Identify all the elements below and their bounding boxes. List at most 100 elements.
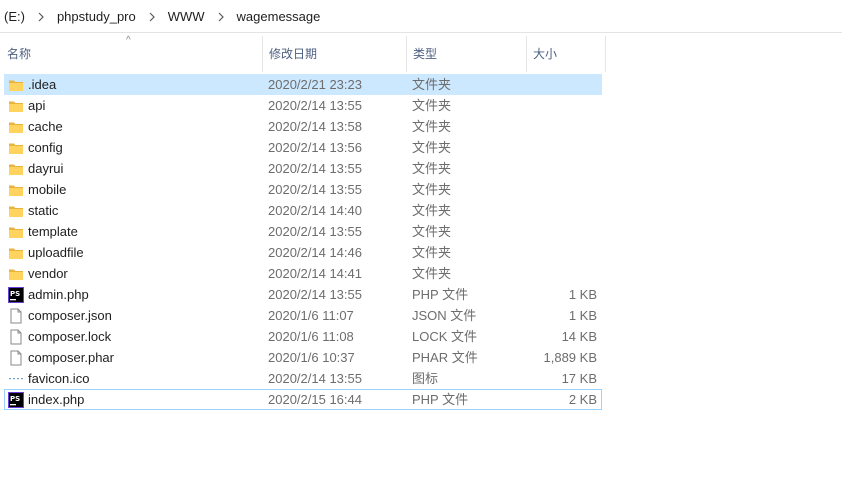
file-row[interactable]: config 2020/2/14 13:56 文件夹 bbox=[4, 137, 602, 158]
file-type: 文件夹 bbox=[412, 77, 452, 92]
breadcrumb-wagemessage[interactable]: wagemessage bbox=[233, 9, 325, 25]
file-row[interactable]: dayrui 2020/2/14 13:55 文件夹 bbox=[4, 158, 602, 179]
file-row[interactable]: api 2020/2/14 13:55 文件夹 bbox=[4, 95, 602, 116]
file-date: 2020/2/14 13:55 bbox=[268, 224, 362, 239]
folder-icon bbox=[8, 98, 24, 114]
file-date: 2020/2/14 13:58 bbox=[268, 119, 362, 134]
file-date: 2020/2/14 13:55 bbox=[268, 98, 362, 113]
file-size: 1 KB bbox=[568, 308, 597, 323]
file-type: PHP 文件 bbox=[412, 392, 469, 407]
file-date: 2020/2/14 14:46 bbox=[268, 245, 362, 260]
file-name: favicon.ico bbox=[28, 371, 90, 386]
file-row[interactable]: composer.phar 2020/1/6 10:37 PHAR 文件 1,889 … bbox=[4, 347, 602, 368]
file-row[interactable]: PS admin.php 2020/2/14 13:55 PHP 文件 1 KB bbox=[4, 284, 602, 305]
file-date: 2020/2/14 14:40 bbox=[268, 203, 362, 218]
file-type: PHP 文件 bbox=[412, 287, 469, 302]
breadcrumb: (E:) phpstudy_pro WWW wagemessage bbox=[0, 9, 324, 25]
breadcrumb-www[interactable]: WWW bbox=[164, 9, 209, 25]
file-date: 2020/1/6 11:07 bbox=[268, 308, 354, 323]
column-header: ^ 名称 修改日期 类型 大小 bbox=[0, 35, 606, 72]
blank-file-icon bbox=[8, 308, 24, 324]
blank-file-icon bbox=[8, 350, 24, 366]
file-name: composer.phar bbox=[28, 350, 114, 365]
file-size: 14 KB bbox=[561, 329, 597, 344]
file-name: vendor bbox=[28, 266, 68, 281]
file-size: 1,889 KB bbox=[543, 350, 598, 365]
phpstorm-file-icon: PS bbox=[8, 287, 24, 303]
folder-icon bbox=[8, 161, 24, 177]
file-row[interactable]: .idea 2020/2/21 23:23 文件夹 bbox=[4, 74, 602, 95]
folder-icon bbox=[8, 203, 24, 219]
file-date: 2020/2/21 23:23 bbox=[268, 77, 362, 92]
file-type: 文件夹 bbox=[412, 140, 452, 155]
folder-icon bbox=[8, 182, 24, 198]
file-date: 2020/2/14 13:55 bbox=[268, 161, 362, 176]
file-name: uploadfile bbox=[28, 245, 84, 260]
file-date: 2020/1/6 10:37 bbox=[268, 350, 355, 365]
file-row[interactable]: mobile 2020/2/14 13:55 文件夹 bbox=[4, 179, 602, 200]
address-bar[interactable]: (E:) phpstudy_pro WWW wagemessage bbox=[0, 0, 842, 33]
file-row[interactable]: static 2020/2/14 14:40 文件夹 bbox=[4, 200, 602, 221]
blank-file-icon bbox=[8, 329, 24, 345]
folder-icon bbox=[8, 140, 24, 156]
ico-file-icon bbox=[8, 371, 24, 387]
folder-icon bbox=[8, 119, 24, 135]
file-name: dayrui bbox=[28, 161, 64, 176]
file-date: 2020/2/14 13:55 bbox=[268, 287, 362, 302]
file-row[interactable]: composer.lock 2020/1/6 11:08 LOCK 文件 14 KB bbox=[4, 326, 602, 347]
folder-icon bbox=[8, 266, 24, 282]
file-type: 文件夹 bbox=[412, 119, 452, 134]
chevron-right-icon[interactable] bbox=[140, 12, 164, 22]
file-type: JSON 文件 bbox=[412, 308, 477, 323]
file-date: 2020/2/15 16:44 bbox=[268, 392, 362, 407]
file-name: composer.lock bbox=[28, 329, 112, 344]
file-row[interactable]: uploadfile 2020/2/14 14:46 文件夹 bbox=[4, 242, 602, 263]
file-date: 2020/2/14 13:55 bbox=[268, 182, 362, 197]
file-row[interactable]: favicon.ico 2020/2/14 13:55 图标 17 KB bbox=[4, 368, 602, 389]
file-date: 2020/2/14 13:56 bbox=[268, 140, 362, 155]
chevron-right-icon[interactable] bbox=[29, 12, 53, 22]
file-name: cache bbox=[28, 119, 63, 134]
file-type: 文件夹 bbox=[412, 224, 452, 239]
file-type: 图标 bbox=[412, 371, 439, 386]
file-row[interactable]: PS index.php 2020/2/15 16:44 PHP 文件 2 KB bbox=[4, 389, 602, 410]
file-list: .idea 2020/2/21 23:23 文件夹 api 2020/2/14 13:5… bbox=[4, 74, 602, 410]
file-type: 文件夹 bbox=[412, 245, 452, 260]
column-header-type[interactable]: 类型 bbox=[406, 36, 526, 72]
file-date: 2020/2/14 13:55 bbox=[268, 371, 362, 386]
file-row[interactable]: composer.json 2020/1/6 11:07 JSON 文件 1 KB bbox=[4, 305, 602, 326]
file-type: LOCK 文件 bbox=[412, 329, 478, 344]
file-name: config bbox=[28, 140, 63, 155]
column-header-date[interactable]: 修改日期 bbox=[262, 36, 406, 72]
file-name: index.php bbox=[28, 392, 85, 407]
file-name: admin.php bbox=[28, 287, 89, 302]
file-type: 文件夹 bbox=[412, 203, 452, 218]
file-name: api bbox=[28, 98, 46, 113]
svg-text:PS: PS bbox=[10, 395, 20, 403]
file-type: 文件夹 bbox=[412, 161, 452, 176]
file-row[interactable]: vendor 2020/2/14 14:41 文件夹 bbox=[4, 263, 602, 284]
breadcrumb-drive[interactable]: (E:) bbox=[0, 9, 29, 25]
file-name: composer.json bbox=[28, 308, 112, 323]
file-row[interactable]: cache 2020/2/14 13:58 文件夹 bbox=[4, 116, 602, 137]
column-divider[interactable] bbox=[605, 36, 606, 72]
file-name: .idea bbox=[28, 77, 57, 92]
column-header-name[interactable]: 名称 bbox=[0, 36, 262, 72]
breadcrumb-phpstudy[interactable]: phpstudy_pro bbox=[53, 9, 140, 25]
file-type: PHAR 文件 bbox=[412, 350, 478, 365]
file-type: 文件夹 bbox=[412, 98, 452, 113]
phpstorm-file-icon: PS bbox=[8, 392, 24, 408]
file-row[interactable]: template 2020/2/14 13:55 文件夹 bbox=[4, 221, 602, 242]
folder-icon bbox=[8, 224, 24, 240]
column-header-size[interactable]: 大小 bbox=[526, 36, 606, 72]
file-type: 文件夹 bbox=[412, 182, 452, 197]
file-name: template bbox=[28, 224, 78, 239]
file-date: 2020/1/6 11:08 bbox=[268, 329, 354, 344]
svg-text:PS: PS bbox=[10, 290, 20, 298]
folder-icon bbox=[8, 245, 24, 261]
file-date: 2020/2/14 14:41 bbox=[268, 266, 362, 281]
file-name: mobile bbox=[28, 182, 67, 197]
file-name: static bbox=[28, 203, 59, 218]
folder-icon bbox=[8, 77, 24, 93]
chevron-right-icon[interactable] bbox=[209, 12, 233, 22]
